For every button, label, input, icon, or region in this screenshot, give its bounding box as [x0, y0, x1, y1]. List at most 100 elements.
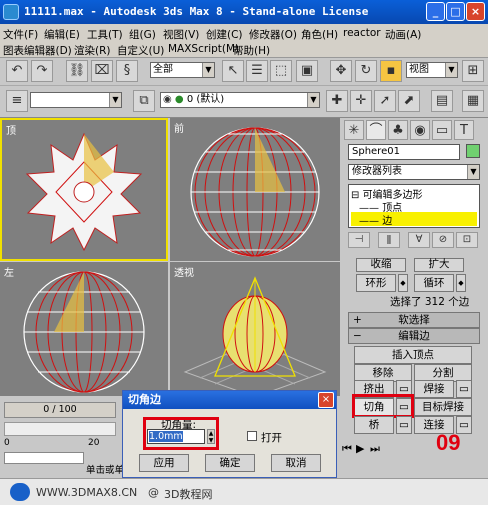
motion-tab-icon[interactable]: ◉ — [410, 120, 430, 140]
menu-reactor[interactable]: reactor — [343, 27, 381, 39]
loop-spinner[interactable]: ◆ — [456, 274, 466, 292]
utilities-tab-icon[interactable]: T — [454, 120, 474, 140]
apply-button[interactable]: 应用 — [139, 454, 189, 472]
close-icon[interactable]: × — [318, 392, 334, 408]
create-tab-icon[interactable]: ✳ — [344, 120, 364, 140]
bridge-button[interactable]: 桥 — [354, 416, 394, 434]
viewport-front[interactable]: 前 — [170, 118, 340, 261]
make-unique-icon[interactable]: ∀ — [408, 232, 430, 248]
open-checkbox[interactable] — [247, 431, 257, 441]
layer-dropdown[interactable]: ◉ ● 0 (默认) ▼ — [160, 92, 320, 108]
stack-item-edge[interactable]: —— 边 — [351, 212, 477, 227]
soft-selection-rollout[interactable]: + 软选择 — [348, 312, 480, 328]
pin-stack-icon[interactable]: ⊣ — [348, 232, 370, 248]
named-selection-dropdown[interactable]: ▼ — [30, 92, 122, 108]
move-icon[interactable]: ✥ — [330, 60, 352, 82]
rect-region-icon[interactable]: ⬚ — [270, 60, 292, 82]
create-layer-icon[interactable]: ✚ — [326, 90, 348, 112]
scale-icon[interactable]: ▪ — [380, 60, 402, 82]
chamfer-highlight — [352, 394, 414, 418]
collapse-icon: − — [353, 330, 362, 342]
menu-animation[interactable]: 动画(A) — [385, 27, 421, 42]
window-title: 11111.max - Autodesk 3ds Max 8 - Stand-a… — [24, 5, 369, 18]
ring-spinner[interactable]: ◆ — [398, 274, 408, 292]
close-button[interactable]: × — [466, 2, 485, 21]
hierarchy-tab-icon[interactable]: ♣ — [388, 120, 408, 140]
remove-modifier-icon[interactable]: ⊘ — [432, 232, 454, 248]
grow-button[interactable]: 扩大 — [414, 258, 464, 272]
maxscript-listener[interactable] — [4, 452, 84, 464]
insert-vertex-button[interactable]: 插入顶点 — [354, 346, 472, 364]
layers-icon[interactable]: ⧉ — [133, 90, 155, 112]
next-frame-icon[interactable]: ⏭ — [370, 442, 380, 456]
layer-toolbar: ≡ ▼ ⧉ ◉ ● 0 (默认) ▼ ✚ ✛ ➚ ⬈ ▤ ▦ — [0, 86, 488, 118]
play-icon[interactable]: ▶ — [356, 442, 364, 455]
go-to-start-icon[interactable]: ⏮ — [342, 442, 352, 456]
teapot-icon: ● — [174, 94, 184, 105]
menu-customize[interactable]: 自定义(U) — [117, 43, 164, 58]
weld-button[interactable]: 焊接 — [414, 380, 454, 398]
menu-create[interactable]: 创建(C) — [206, 27, 243, 42]
menu-rendering[interactable]: 渲染(R) — [74, 43, 111, 58]
selection-filter-dropdown[interactable]: 全部 ▼ — [150, 62, 215, 78]
minimize-button[interactable]: _ — [426, 2, 445, 21]
layer-manager-icon[interactable]: ≡ — [6, 90, 28, 112]
rotate-icon[interactable]: ↻ — [355, 60, 377, 82]
menu-graph-editors[interactable]: 图表编辑器(D) — [3, 43, 72, 58]
edit-edges-rollout[interactable]: − 编辑边 — [348, 328, 480, 344]
display-tab-icon[interactable]: ▭ — [432, 120, 452, 140]
modify-tab-icon[interactable]: ⌒ — [366, 120, 386, 140]
menu-view[interactable]: 视图(V) — [163, 27, 199, 42]
window-crossing-icon[interactable]: ▣ — [296, 60, 318, 82]
reference-coord-value: 视图 — [409, 64, 429, 75]
shrink-button[interactable]: 收缩 — [356, 258, 406, 272]
redo-icon[interactable]: ↷ — [31, 60, 53, 82]
ring-button[interactable]: 环形 — [356, 274, 396, 292]
layer-properties-icon[interactable]: ▤ — [431, 90, 453, 112]
time-slider[interactable]: 0 / 100 — [4, 402, 116, 418]
add-to-layer-icon[interactable]: ✛ — [350, 90, 372, 112]
viewport-top[interactable]: 顶 — [0, 118, 168, 261]
menu-maxscript[interactable]: MAXScript(M) — [168, 43, 239, 55]
unlink-icon[interactable]: ⌧ — [91, 60, 113, 82]
menu-file[interactable]: 文件(F) — [3, 27, 38, 42]
viewport-left[interactable]: 左 — [0, 262, 168, 396]
menu-tools[interactable]: 工具(T) — [87, 27, 123, 42]
menu-modifiers[interactable]: 修改器(O) — [249, 27, 297, 42]
modifier-list-dropdown[interactable]: 修改器列表 ▼ — [348, 164, 480, 180]
command-panel: ✳ ⌒ ♣ ◉ ▭ T Sphere01 修改器列表 ▼ ⊟ 可编辑多边形 ——… — [340, 118, 488, 493]
select-in-layer-icon[interactable]: ➚ — [374, 90, 396, 112]
toggle-scene-explorer-icon[interactable]: ▦ — [462, 90, 484, 112]
weld-settings-icon[interactable]: ▭ — [456, 380, 472, 398]
viewport-perspective[interactable]: 透视 — [170, 262, 340, 396]
select-link-icon[interactable]: ⛓ — [66, 60, 88, 82]
select-by-name-icon[interactable]: ☰ — [246, 60, 268, 82]
select-object-icon[interactable]: ↖ — [222, 60, 244, 82]
viewport-label: 左 — [4, 268, 14, 279]
loop-button[interactable]: 循环 — [414, 274, 454, 292]
show-end-result-icon[interactable]: ǁ — [378, 232, 400, 248]
menu-help[interactable]: 帮助(H) — [233, 43, 270, 58]
menu-character[interactable]: 角色(H) — [301, 27, 338, 42]
sphere-perspective — [183, 276, 327, 396]
cancel-button[interactable]: 取消 — [271, 454, 321, 472]
bridge-settings-icon[interactable]: ▭ — [396, 416, 412, 434]
maximize-button[interactable]: □ — [446, 2, 465, 21]
menu-edit[interactable]: 编辑(E) — [44, 27, 80, 42]
pivot-center-icon[interactable]: ⊞ — [462, 60, 484, 82]
undo-icon[interactable]: ↶ — [6, 60, 28, 82]
set-current-layer-icon[interactable]: ⬈ — [398, 90, 420, 112]
target-weld-button[interactable]: 目标焊接 — [414, 398, 472, 416]
reference-coord-dropdown[interactable]: 视图 ▼ — [406, 62, 458, 78]
menu-group[interactable]: 组(G) — [129, 27, 156, 42]
track-bar[interactable] — [4, 422, 116, 436]
object-name-field[interactable]: Sphere01 — [348, 144, 460, 160]
object-color-swatch[interactable] — [466, 144, 480, 158]
configure-modifier-sets-icon[interactable]: ⊡ — [456, 232, 478, 248]
bind-space-warp-icon[interactable]: § — [116, 60, 138, 82]
expand-icon: + — [353, 314, 362, 326]
footer-bar: WWW.3DMAX8.CN @ 3D教程网 — [0, 478, 488, 505]
ok-button[interactable]: 确定 — [205, 454, 255, 472]
tick-20: 20 — [88, 438, 100, 448]
chevron-down-icon: ▼ — [202, 63, 214, 77]
